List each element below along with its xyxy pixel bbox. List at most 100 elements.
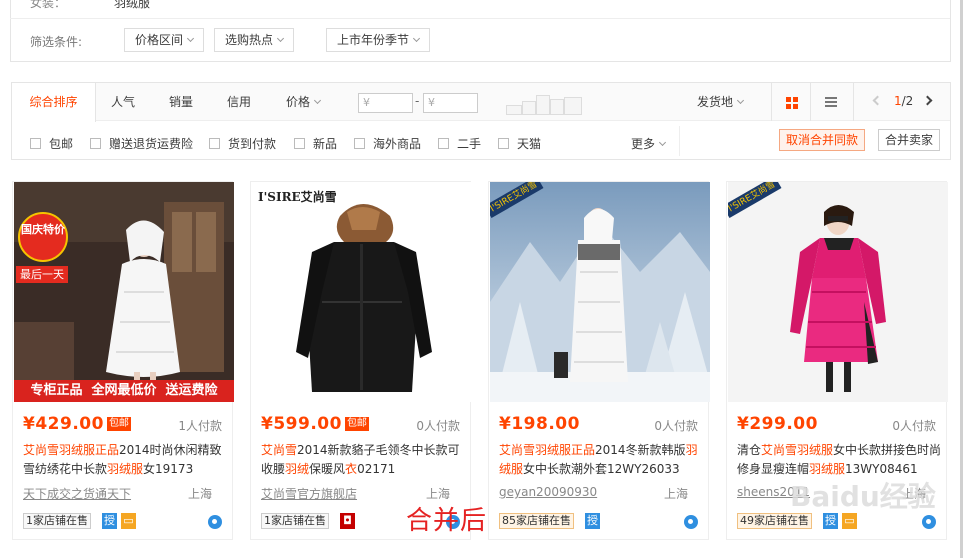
histogram-bar: [506, 105, 522, 115]
product-price: ¥429.00 包邮: [23, 414, 131, 434]
shop-name-link[interactable]: 天下成交之货通天下: [23, 485, 131, 502]
product-image[interactable]: I'SIRE艾尚雪: [252, 182, 472, 402]
price-range-dash: -: [415, 94, 420, 108]
ship-from-dropdown[interactable]: 发货地: [692, 83, 748, 121]
wangwang-chat-icon[interactable]: [922, 515, 936, 529]
stores-count[interactable]: 1家店铺在售: [261, 513, 329, 529]
payment-count: 0人付款: [892, 419, 936, 433]
product-card[interactable]: 国庆特价 最后一天 专柜正品 全网最低价 送运费险 ¥429.00 包邮 1人付款…: [12, 181, 234, 540]
stores-count[interactable]: 49家店铺在售: [737, 513, 812, 529]
cancel-merge-button[interactable]: 取消合并同款: [779, 129, 866, 151]
histogram-bar: [564, 97, 582, 115]
tab-default-sort[interactable]: 综合排序: [12, 83, 96, 122]
pager-indicator: 1/2: [894, 94, 914, 108]
tab-sales[interactable]: 销量: [162, 83, 200, 121]
checkbox-free-shipping[interactable]: 包邮: [30, 135, 73, 152]
histogram-bar: [536, 95, 550, 115]
checkbox-box[interactable]: [90, 138, 101, 149]
divider: [771, 83, 772, 121]
checkbox-overseas[interactable]: 海外商品: [354, 135, 421, 152]
tab-credit[interactable]: 信用: [220, 83, 258, 121]
product-photo: [490, 182, 710, 402]
product-image[interactable]: I'SIRE艾尚雪: [728, 182, 948, 402]
tab-price[interactable]: 价格: [278, 83, 328, 121]
product-image[interactable]: I'SIRE艾尚雪: [490, 182, 710, 402]
product-title[interactable]: 艾尚雪2014新款貉子毛领冬中长款可收腰羽绒保暖风衣02171: [261, 441, 466, 479]
product-image[interactable]: 国庆特价 最后一天 专柜正品 全网最低价 送运费险: [14, 182, 234, 402]
sort-bar: 综合排序 人气 销量 信用 价格 ¥ - ¥ 发货地 1/2 包邮 赠送退货运费…: [11, 82, 951, 160]
free-shipping-badge: 包邮: [344, 417, 369, 431]
product-price: ¥599.00 包邮: [261, 414, 369, 434]
product-price: ¥299.00: [737, 414, 818, 434]
promo-badge: 国庆特价: [18, 212, 68, 262]
shop-name-link[interactable]: geyan20090930: [499, 485, 597, 499]
checkbox-secondhand[interactable]: 二手: [438, 135, 481, 152]
checkbox-cash-on-delivery[interactable]: 货到付款: [209, 135, 276, 152]
tmall-icon[interactable]: ◘: [340, 513, 355, 529]
service-icon[interactable]: ▭: [121, 513, 136, 529]
search-results-page: 女装： 羽绒服 筛选条件: 价格区间 选购热点 上市年份季节 综合排序 人气 销量…: [0, 0, 963, 558]
product-title[interactable]: 清仓艾尚雪羽绒服女中长款拼接色时尚修身显瘦连帽羽绒服13WY08461: [737, 441, 942, 479]
payment-count: 0人付款: [416, 419, 460, 433]
checkbox-box[interactable]: [498, 138, 509, 149]
merge-sellers-button[interactable]: 合并卖家: [878, 129, 941, 151]
price-max-input[interactable]: ¥: [423, 93, 478, 113]
guarantee-icon[interactable]: 授: [102, 513, 117, 529]
stores-count[interactable]: 85家店铺在售: [499, 513, 574, 529]
price-range-dropdown[interactable]: 价格区间: [124, 28, 205, 52]
checkbox-box[interactable]: [438, 138, 449, 149]
category-label: 女装：: [30, 0, 67, 10]
product-card[interactable]: I'SIRE艾尚雪 ¥198.00 0人付款 艾尚雪羽绒服正品2014冬新款韩版…: [488, 181, 710, 540]
price-min-input[interactable]: ¥: [358, 93, 413, 113]
brand-logo: I'SIRE艾尚雪: [258, 190, 337, 204]
price-histogram[interactable]: [506, 93, 583, 115]
prev-page-icon[interactable]: [872, 95, 883, 106]
ship-location: 上海: [663, 487, 688, 501]
guarantee-icon[interactable]: 授: [823, 513, 838, 529]
more-filters-button[interactable]: 更多: [631, 135, 667, 152]
product-title[interactable]: 艾尚雪羽绒服正品2014时尚休闲精致雪纺绣花中长款羽绒服女19173: [23, 441, 228, 479]
sort-tabs-row: 综合排序 人气 销量 信用 价格 ¥ - ¥ 发货地 1/2: [12, 83, 950, 122]
category-value[interactable]: 羽绒服: [114, 0, 150, 10]
checkbox-box[interactable]: [294, 138, 305, 149]
checkbox-box[interactable]: [30, 138, 41, 149]
wangwang-chat-icon[interactable]: [684, 515, 698, 529]
payment-count: 1人付款: [178, 419, 222, 433]
divider: [679, 126, 680, 156]
promo-ribbon: 最后一天: [16, 266, 68, 283]
guarantee-icon[interactable]: 授: [585, 513, 600, 529]
histogram-bar: [522, 101, 536, 115]
checkbox-box[interactable]: [354, 138, 365, 149]
product-photo: [728, 182, 948, 402]
product-title[interactable]: 艾尚雪羽绒服正品2014冬新款韩版羽绒服女中长款潮外套12WY26033: [499, 441, 704, 479]
product-card[interactable]: I'SIRE艾尚雪 ¥599.00 包邮 0人付款 艾尚雪2014新款貉子毛领冬中…: [250, 181, 472, 540]
next-page-icon[interactable]: [922, 95, 933, 106]
chevron-down-icon: [313, 96, 322, 105]
filter-divider: [10, 18, 950, 19]
checkbox-tmall[interactable]: 天猫: [498, 135, 541, 152]
shop-name-link[interactable]: 艾尚雪官方旗舰店: [261, 485, 357, 502]
watermark: Baidu经验: [790, 480, 936, 513]
histogram-bar: [550, 99, 564, 115]
list-view-icon[interactable]: [825, 96, 837, 108]
payment-count: 0人付款: [654, 419, 698, 433]
product-price: ¥198.00: [499, 414, 580, 434]
stores-count[interactable]: 1家店铺在售: [23, 513, 91, 529]
checkbox-box[interactable]: [209, 138, 220, 149]
ship-location: 上海: [187, 487, 212, 501]
wangwang-chat-icon[interactable]: [208, 515, 222, 529]
free-shipping-badge: 包邮: [106, 417, 131, 431]
grid-view-icon[interactable]: [786, 97, 798, 109]
filter-conditions-label: 筛选条件:: [30, 35, 83, 49]
chevron-down-icon: [412, 34, 421, 43]
service-icon[interactable]: ▭: [842, 513, 857, 529]
tab-popularity[interactable]: 人气: [104, 83, 142, 121]
chevron-down-icon: [658, 138, 667, 147]
chevron-down-icon: [736, 96, 745, 105]
divider: [810, 83, 811, 121]
promo-banner: 专柜正品 全网最低价 送运费险: [30, 383, 218, 398]
season-dropdown[interactable]: 上市年份季节: [326, 28, 431, 52]
checkbox-new[interactable]: 新品: [294, 135, 337, 152]
hot-picks-dropdown[interactable]: 选购热点: [214, 28, 295, 52]
checkbox-return-insurance[interactable]: 赠送退货运费险: [90, 135, 193, 152]
